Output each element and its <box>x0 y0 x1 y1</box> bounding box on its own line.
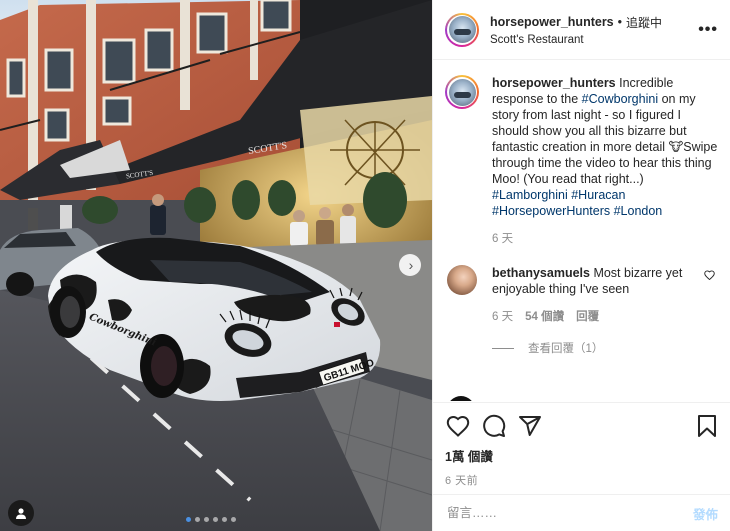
reply-line <box>492 347 514 349</box>
avatar-image <box>448 78 476 106</box>
hashtag-link[interactable]: #Cowborghini <box>582 92 658 106</box>
carousel-indicator <box>186 517 236 522</box>
post-comment-button[interactable]: 發佈 <box>693 504 718 523</box>
next-slide-button[interactable]: › <box>399 254 421 276</box>
comment-age: 6 天 <box>492 311 514 323</box>
more-options-icon[interactable]: ••• <box>696 21 720 39</box>
comment-icon[interactable] <box>481 413 507 439</box>
comment-likes[interactable]: 54 個讚 <box>525 309 564 325</box>
add-comment-bar: 發佈 <box>433 494 730 531</box>
view-replies-label: 查看回覆（1） <box>528 343 604 355</box>
caption-username[interactable]: horsepower_hunters <box>492 76 616 90</box>
separator-dot: • <box>617 15 623 29</box>
next-comment-avatar[interactable] <box>447 396 475 401</box>
post-media[interactable]: SCOTT'S SCOTT'S GB11 MOO Cowborghini › <box>0 0 432 531</box>
follow-status-button[interactable]: 追蹤中 <box>626 14 662 31</box>
commenter-avatar[interactable] <box>447 265 477 295</box>
carousel-dot <box>204 517 209 522</box>
commenter-username[interactable]: bethanysamuels <box>492 266 590 280</box>
carousel-dot <box>195 517 200 522</box>
comments-list[interactable]: horsepower_hunters Incredible response t… <box>433 61 730 401</box>
comment-like-icon[interactable] <box>704 269 718 283</box>
comment-item: bethanysamuels Most bizarre yet enjoyabl… <box>445 265 718 325</box>
post-sidebar: horsepower_hunters • 追蹤中 Scott's Restaur… <box>432 0 730 531</box>
carousel-dot <box>222 517 227 522</box>
caption-text: on my story from last night - so I figur… <box>492 92 718 186</box>
post-photo: SCOTT'S SCOTT'S GB11 MOO Cowborghini <box>0 0 432 531</box>
avatar[interactable] <box>445 75 479 109</box>
hashtag-link[interactable]: #London <box>614 204 663 218</box>
like-icon[interactable] <box>445 413 471 439</box>
caption: horsepower_hunters Incredible response t… <box>445 75 718 247</box>
avatar[interactable] <box>445 12 479 47</box>
view-replies-button[interactable]: 查看回覆（1） <box>492 340 718 356</box>
hashtag-link[interactable]: #Lamborghini <box>492 188 568 202</box>
hashtag-link[interactable]: #Huracan <box>571 188 625 202</box>
share-icon[interactable] <box>517 413 543 439</box>
caption-age: 6 天 <box>492 233 514 245</box>
carousel-dot <box>213 517 218 522</box>
reply-button[interactable]: 回覆 <box>576 309 599 325</box>
bookmark-icon[interactable] <box>694 413 720 439</box>
tagged-users-button[interactable] <box>8 500 34 526</box>
post-actions: 1萬 個讚 6 天前 <box>433 402 730 488</box>
carousel-dot <box>186 517 191 522</box>
chevron-right-icon: › <box>408 257 414 273</box>
author-username[interactable]: horsepower_hunters <box>490 15 614 29</box>
location-link[interactable]: Scott's Restaurant <box>490 34 696 46</box>
likes-count[interactable]: 1萬 個讚 <box>445 446 718 465</box>
post-header: horsepower_hunters • 追蹤中 Scott's Restaur… <box>433 0 730 60</box>
post-timestamp[interactable]: 6 天前 <box>445 472 718 488</box>
comment-input[interactable] <box>447 506 693 520</box>
carousel-dot <box>231 517 236 522</box>
user-icon <box>16 508 26 519</box>
avatar-image <box>448 16 476 43</box>
hashtag-link[interactable]: #HorsepowerHunters <box>492 204 610 218</box>
